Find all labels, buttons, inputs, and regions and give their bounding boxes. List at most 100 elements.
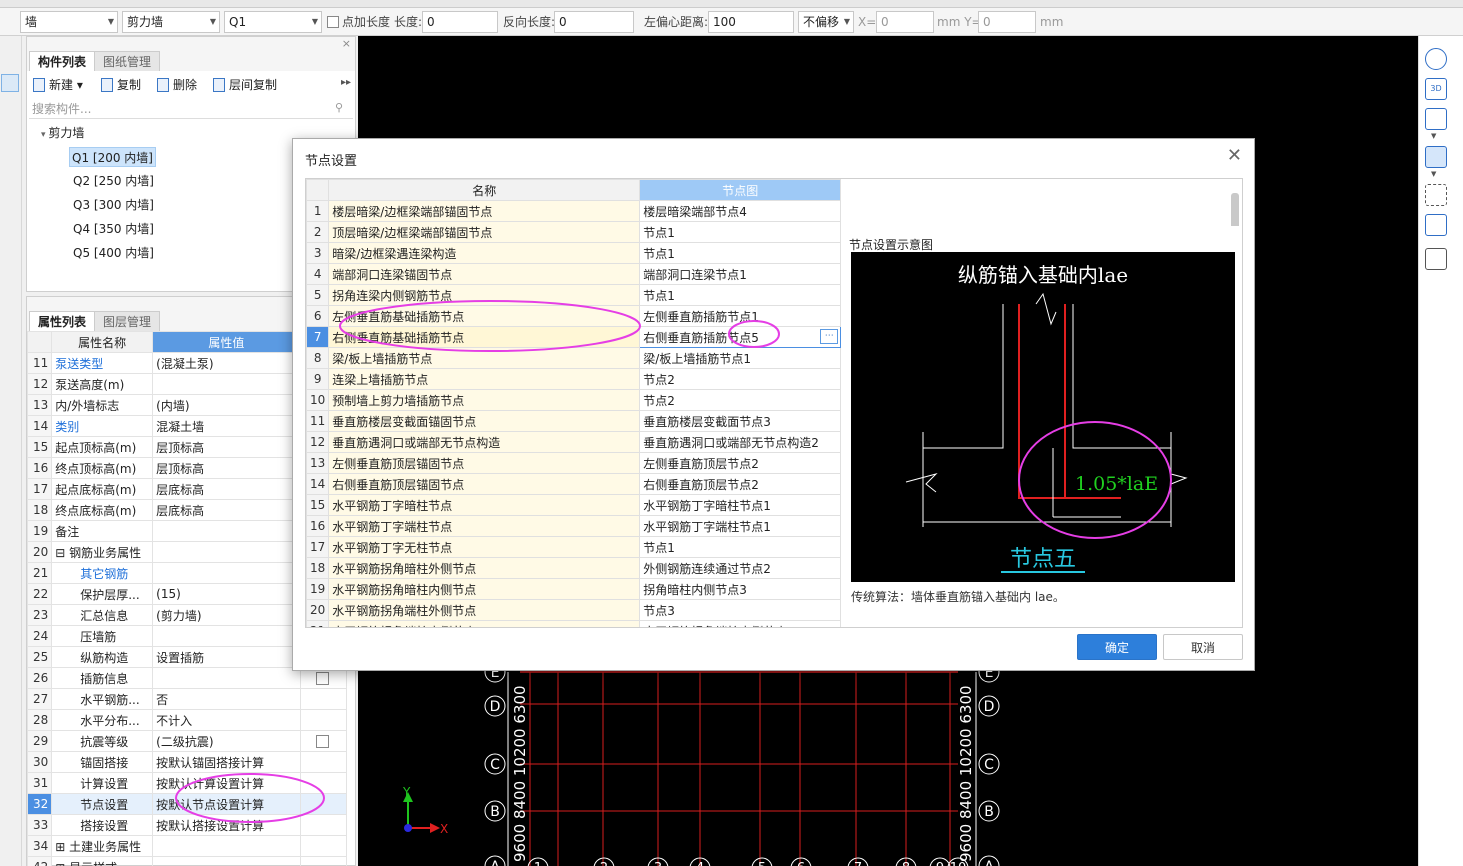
cancel-button[interactable]: 取消 — [1163, 634, 1243, 660]
node-value[interactable]: 节点1 — [639, 242, 842, 264]
property-value[interactable]: 按默认锚固搭接计算 — [152, 751, 301, 773]
node-row[interactable]: 20 水平钢筋拐角端柱外侧节点 节点3 — [306, 599, 842, 621]
property-value[interactable]: 层底标高 — [152, 478, 301, 500]
property-value[interactable]: (二级抗震) — [152, 730, 301, 752]
property-row[interactable]: 42⊞ 显示样式 — [26, 856, 348, 866]
property-value[interactable]: 按默认节点设置计算⋯ — [152, 793, 301, 815]
property-value[interactable]: 设置插筋 — [152, 646, 301, 668]
property-value[interactable]: (混凝土泵) — [152, 352, 301, 374]
property-row[interactable]: 28 水平分布... 不计入 — [26, 709, 348, 731]
node-value[interactable]: 水平钢筋丁字端柱节点1 — [639, 515, 842, 537]
tab-layer-management[interactable]: 图层管理 — [94, 311, 161, 331]
node-row[interactable]: 21水平钢筋拐角端柱内侧节点水平钢筋拐角端柱内侧节点1 — [306, 620, 842, 627]
node-row[interactable]: 10 预制墙上剪力墙插筋节点 节点2 — [306, 389, 842, 411]
node-value[interactable]: 楼层暗梁端部节点4 — [639, 200, 842, 222]
property-row[interactable]: 27 水平钢筋... 否 — [26, 688, 348, 710]
tree-item-q3[interactable]: Q3 [300 内墙] — [73, 195, 154, 215]
node-row[interactable]: 2 顶层暗梁/边框梁端部锚固节点 节点1 — [306, 221, 842, 243]
property-value[interactable] — [152, 856, 301, 866]
property-row[interactable]: 29 抗震等级 (二级抗震) — [26, 730, 348, 752]
close-icon[interactable]: × — [342, 37, 351, 50]
checkbox[interactable] — [315, 735, 329, 748]
copy-button[interactable]: 复制 — [99, 76, 141, 94]
node-value[interactable]: 垂直筋楼层变截面节点3 — [639, 410, 842, 432]
checkbox[interactable] — [315, 672, 329, 685]
property-value[interactable]: 混凝土墙 — [152, 415, 301, 437]
type-select[interactable]: 墙 ▼ — [20, 11, 118, 33]
node-value[interactable]: 水平钢筋丁字暗柱节点1 — [639, 494, 842, 516]
node-row[interactable]: 19 水平钢筋拐角暗柱内侧节点 拐角暗柱内侧节点3 — [306, 578, 842, 600]
property-value[interactable]: 不计入 — [152, 709, 301, 731]
tab-property-list[interactable]: 属性列表 — [29, 311, 96, 331]
x-input[interactable]: 0 — [876, 11, 934, 33]
new-button[interactable]: 新建 ▾ — [31, 76, 83, 94]
length-input[interactable]: 0 — [422, 11, 498, 33]
property-value[interactable]: 按默认搭接设置计算 — [152, 814, 301, 836]
3d-view-icon[interactable]: 3D — [1425, 78, 1447, 100]
ellipsis-button[interactable]: ⋯ — [820, 329, 839, 344]
node-row[interactable]: 6 左侧垂直筋基础插筋节点 左侧垂直筋插筋节点1 — [306, 305, 842, 327]
node-value[interactable]: 梁/板上墙插筋节点1 — [639, 347, 842, 369]
node-row[interactable]: 4 端部洞口连梁锚固节点 端部洞口连梁节点1 — [306, 263, 842, 285]
orbit-icon[interactable] — [1425, 48, 1447, 70]
floor-copy-button[interactable]: 层间复制 — [211, 76, 277, 94]
property-value[interactable]: 层底标高 — [152, 499, 301, 521]
property-value[interactable] — [152, 835, 301, 857]
property-value[interactable] — [152, 562, 301, 584]
node-row[interactable]: 12 垂直筋遇洞口或端部无节点构造 垂直筋遇洞口或端部无节点构造2 — [306, 431, 842, 453]
node-row[interactable]: 1 楼层暗梁/边框梁端部锚固节点 楼层暗梁端部节点4 — [306, 200, 842, 222]
node-row[interactable]: 9 连梁上墙插筋节点 节点2 — [306, 368, 842, 390]
subtype-select[interactable]: 剪力墙 ▼ — [122, 11, 220, 33]
property-value[interactable] — [152, 667, 301, 689]
node-value[interactable]: 外侧钢筋连续通过节点2 — [639, 557, 842, 579]
node-value[interactable]: 节点2 — [639, 389, 842, 411]
tree-item-q1[interactable]: Q1 [200 内墙] — [69, 147, 156, 167]
delete-button[interactable]: 删除 — [155, 76, 197, 94]
node-value[interactable]: 左侧垂直筋插筋节点1 — [639, 305, 842, 327]
more-icon[interactable]: ▸▸ — [341, 77, 351, 88]
close-icon[interactable]: ✕ — [1227, 145, 1242, 166]
component-search-input[interactable]: 搜索构件... — [29, 99, 353, 119]
report-icon[interactable] — [1425, 248, 1447, 270]
node-row[interactable]: 16 水平钢筋丁字端柱节点 水平钢筋丁字端柱节点1 — [306, 515, 842, 537]
property-value[interactable]: 层顶标高 — [152, 457, 301, 479]
node-value[interactable]: 节点1 — [639, 221, 842, 243]
property-row[interactable]: 34 ⊞ 土建业务属性 — [26, 835, 348, 857]
tree-root[interactable]: ▾ 剪力墙 — [41, 123, 84, 143]
node-value[interactable]: 垂直筋遇洞口或端部无节点构造2 — [639, 431, 842, 453]
property-value[interactable] — [152, 520, 301, 542]
node-row[interactable]: 11 垂直筋楼层变截面锚固节点 垂直筋楼层变截面节点3 — [306, 410, 842, 432]
node-row[interactable]: 5 拐角连梁内侧钢筋节点 节点1 — [306, 284, 842, 306]
property-value[interactable]: 按默认计算设置计算 — [152, 772, 301, 794]
node-value[interactable]: 节点1 — [639, 536, 842, 558]
property-row[interactable]: 31 计算设置 按默认计算设置计算 — [26, 772, 348, 794]
layer-view-icon[interactable] — [1425, 214, 1447, 236]
node-value[interactable]: 左侧垂直筋顶层节点2 — [639, 452, 842, 474]
property-value[interactable]: 否 — [152, 688, 301, 710]
search-icon[interactable]: ⚲ — [335, 101, 343, 114]
navigation-icon[interactable] — [1, 74, 19, 92]
property-row[interactable]: 32节点设置按默认节点设置计算⋯ — [26, 793, 348, 815]
solid-view-icon[interactable] — [1425, 146, 1447, 168]
tab-component-list[interactable]: 构件列表 — [29, 51, 96, 71]
reverse-length-input[interactable]: 0 — [554, 11, 634, 33]
node-value[interactable]: 节点3 — [639, 599, 842, 621]
component-select[interactable]: Q1 ▼ — [224, 11, 322, 33]
node-value[interactable]: 节点1 — [639, 284, 842, 306]
tree-item-q2[interactable]: Q2 [250 内墙] — [73, 171, 154, 191]
property-value[interactable]: 层顶标高 — [152, 436, 301, 458]
node-row[interactable]: 7 右侧垂直筋基础插筋节点 右侧垂直筋插筋节点5 ⋯ — [306, 326, 842, 348]
node-row[interactable]: 3 暗梁/边框梁遇连梁构造 节点1 — [306, 242, 842, 264]
ok-button[interactable]: 确定 — [1077, 634, 1157, 660]
property-value[interactable] — [152, 541, 301, 563]
tree-item-q5[interactable]: Q5 [400 内墙] — [73, 243, 154, 263]
add-length-checkbox[interactable] — [327, 16, 339, 28]
fit-view-icon[interactable] — [1425, 184, 1447, 206]
property-value[interactable] — [152, 625, 301, 647]
property-row[interactable]: 30 锚固搭接 按默认锚固搭接计算 — [26, 751, 348, 773]
property-value[interactable]: (15) — [152, 583, 301, 605]
chevron-down-icon[interactable]: ▼ — [1431, 170, 1436, 178]
node-value[interactable]: 端部洞口连梁节点1 — [639, 263, 842, 285]
chevron-down-icon[interactable]: ▼ — [1431, 132, 1436, 140]
tab-drawing-management[interactable]: 图纸管理 — [94, 51, 161, 71]
